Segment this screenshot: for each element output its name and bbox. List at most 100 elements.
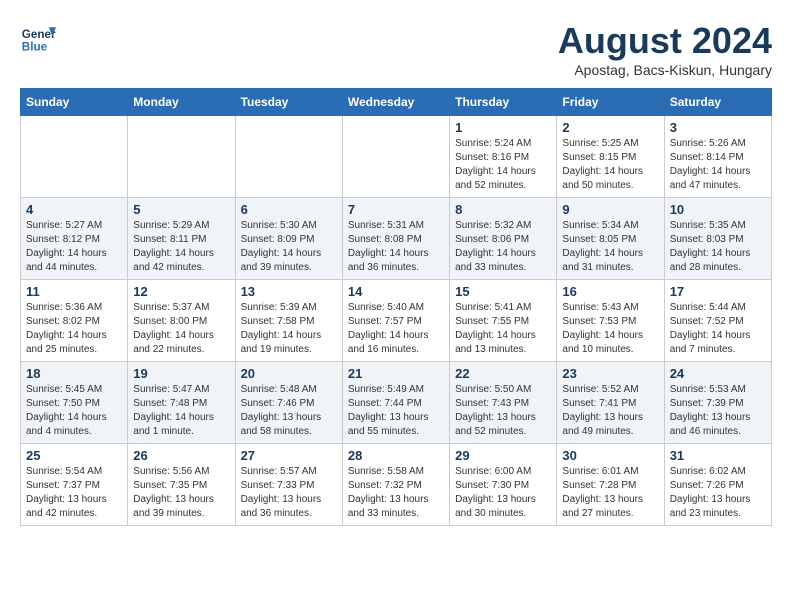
day-cell-15: 15 Sunrise: 5:41 AM Sunset: 7:55 PM Dayli… (450, 280, 557, 362)
week-row-1: 1 Sunrise: 5:24 AM Sunset: 8:16 PM Daylig… (21, 116, 772, 198)
day-number: 2 (562, 120, 658, 135)
day-cell-28: 28 Sunrise: 5:58 AM Sunset: 7:32 PM Dayli… (342, 444, 449, 526)
day-info: Sunrise: 5:39 AM Sunset: 7:58 PM Dayligh… (241, 301, 337, 357)
day-cell-20: 20Sunrise: 5:48 AM Sunset: 7:46 PM Dayli… (235, 362, 342, 444)
day-cell-19: 19Sunrise: 5:47 AM Sunset: 7:48 PM Dayli… (128, 362, 235, 444)
day-cell-5: 5Sunrise: 5:29 AM Sunset: 8:11 PM Daylig… (128, 198, 235, 280)
day-info: Sunrise: 5:30 AM Sunset: 8:09 PM Dayligh… (241, 219, 337, 275)
day-number: 13 (241, 284, 337, 299)
day-cell-3: 3Sunrise: 5:26 AM Sunset: 8:14 PM Daylig… (664, 116, 771, 198)
day-number: 27 (241, 448, 337, 463)
day-info: Sunrise: 5:36 AM Sunset: 8:02 PM Dayligh… (26, 301, 122, 357)
page-header: General Blue August 2024 Apostag, Bacs-K… (20, 20, 772, 78)
week-row-5: 25 Sunrise: 5:54 AM Sunset: 7:37 PM Dayli… (21, 444, 772, 526)
day-info: Sunrise: 5:25 AM Sunset: 8:15 PM Dayligh… (562, 137, 658, 193)
day-cell-18: 18 Sunrise: 5:45 AM Sunset: 7:50 PM Dayli… (21, 362, 128, 444)
day-info: Sunrise: 5:41 AM Sunset: 7:55 PM Dayligh… (455, 301, 551, 357)
day-info: Sunrise: 5:48 AM Sunset: 7:46 PM Dayligh… (241, 383, 337, 439)
empty-cell (235, 116, 342, 198)
header-monday: Monday (128, 89, 235, 116)
day-info: Sunrise: 5:37 AM Sunset: 8:00 PM Dayligh… (133, 301, 229, 357)
day-number: 25 (26, 448, 122, 463)
day-info: Sunrise: 5:50 AM Sunset: 7:43 PM Dayligh… (455, 383, 551, 439)
day-number: 19 (133, 366, 229, 381)
day-cell-26: 26Sunrise: 5:56 AM Sunset: 7:35 PM Dayli… (128, 444, 235, 526)
empty-cell (21, 116, 128, 198)
header-wednesday: Wednesday (342, 89, 449, 116)
day-number: 7 (348, 202, 444, 217)
day-info: Sunrise: 5:40 AM Sunset: 7:57 PM Dayligh… (348, 301, 444, 357)
day-cell-12: 12Sunrise: 5:37 AM Sunset: 8:00 PM Dayli… (128, 280, 235, 362)
day-number: 4 (26, 202, 122, 217)
day-cell-21: 21 Sunrise: 5:49 AM Sunset: 7:44 PM Dayli… (342, 362, 449, 444)
empty-cell (128, 116, 235, 198)
day-number: 3 (670, 120, 766, 135)
day-info: Sunrise: 6:02 AM Sunset: 7:26 PM Dayligh… (670, 465, 766, 521)
day-number: 1 (455, 120, 551, 135)
day-cell-16: 16 Sunrise: 5:43 AM Sunset: 7:53 PM Dayli… (557, 280, 664, 362)
day-info: Sunrise: 5:43 AM Sunset: 7:53 PM Dayligh… (562, 301, 658, 357)
day-number: 10 (670, 202, 766, 217)
day-cell-27: 27Sunrise: 5:57 AM Sunset: 7:33 PM Dayli… (235, 444, 342, 526)
day-cell-10: 10 Sunrise: 5:35 AM Sunset: 8:03 PM Dayli… (664, 198, 771, 280)
header-sunday: Sunday (21, 89, 128, 116)
day-cell-1: 1 Sunrise: 5:24 AM Sunset: 8:16 PM Daylig… (450, 116, 557, 198)
day-info: Sunrise: 5:54 AM Sunset: 7:37 PM Dayligh… (26, 465, 122, 521)
day-number: 28 (348, 448, 444, 463)
week-row-2: 4 Sunrise: 5:27 AM Sunset: 8:12 PM Daylig… (21, 198, 772, 280)
day-cell-2: 2 Sunrise: 5:25 AM Sunset: 8:15 PM Daylig… (557, 116, 664, 198)
day-number: 21 (348, 366, 444, 381)
day-number: 6 (241, 202, 337, 217)
month-year-title: August 2024 (558, 20, 772, 62)
day-cell-29: 29 Sunrise: 6:00 AM Sunset: 7:30 PM Dayli… (450, 444, 557, 526)
day-info: Sunrise: 5:58 AM Sunset: 7:32 PM Dayligh… (348, 465, 444, 521)
day-info: Sunrise: 5:24 AM Sunset: 8:16 PM Dayligh… (455, 137, 551, 193)
day-number: 16 (562, 284, 658, 299)
day-number: 29 (455, 448, 551, 463)
day-info: Sunrise: 5:35 AM Sunset: 8:03 PM Dayligh… (670, 219, 766, 275)
day-info: Sunrise: 5:45 AM Sunset: 7:50 PM Dayligh… (26, 383, 122, 439)
calendar-table: SundayMondayTuesdayWednesdayThursdayFrid… (20, 88, 772, 526)
day-info: Sunrise: 5:49 AM Sunset: 7:44 PM Dayligh… (348, 383, 444, 439)
day-info: Sunrise: 5:44 AM Sunset: 7:52 PM Dayligh… (670, 301, 766, 357)
week-row-3: 11 Sunrise: 5:36 AM Sunset: 8:02 PM Dayli… (21, 280, 772, 362)
day-cell-17: 17 Sunrise: 5:44 AM Sunset: 7:52 PM Dayli… (664, 280, 771, 362)
day-info: Sunrise: 6:01 AM Sunset: 7:28 PM Dayligh… (562, 465, 658, 521)
day-number: 14 (348, 284, 444, 299)
day-number: 22 (455, 366, 551, 381)
day-cell-4: 4 Sunrise: 5:27 AM Sunset: 8:12 PM Daylig… (21, 198, 128, 280)
day-info: Sunrise: 6:00 AM Sunset: 7:30 PM Dayligh… (455, 465, 551, 521)
header-friday: Friday (557, 89, 664, 116)
day-cell-7: 7Sunrise: 5:31 AM Sunset: 8:08 PM Daylig… (342, 198, 449, 280)
day-number: 30 (562, 448, 658, 463)
day-number: 9 (562, 202, 658, 217)
header-tuesday: Tuesday (235, 89, 342, 116)
day-info: Sunrise: 5:53 AM Sunset: 7:39 PM Dayligh… (670, 383, 766, 439)
day-cell-8: 8Sunrise: 5:32 AM Sunset: 8:06 PM Daylig… (450, 198, 557, 280)
day-cell-14: 14 Sunrise: 5:40 AM Sunset: 7:57 PM Dayli… (342, 280, 449, 362)
day-info: Sunrise: 5:29 AM Sunset: 8:11 PM Dayligh… (133, 219, 229, 275)
day-cell-24: 24 Sunrise: 5:53 AM Sunset: 7:39 PM Dayli… (664, 362, 771, 444)
day-cell-25: 25 Sunrise: 5:54 AM Sunset: 7:37 PM Dayli… (21, 444, 128, 526)
day-cell-11: 11 Sunrise: 5:36 AM Sunset: 8:02 PM Dayli… (21, 280, 128, 362)
day-info: Sunrise: 5:52 AM Sunset: 7:41 PM Dayligh… (562, 383, 658, 439)
header-thursday: Thursday (450, 89, 557, 116)
day-number: 11 (26, 284, 122, 299)
day-cell-22: 22 Sunrise: 5:50 AM Sunset: 7:43 PM Dayli… (450, 362, 557, 444)
day-number: 17 (670, 284, 766, 299)
location-subtitle: Apostag, Bacs-Kiskun, Hungary (558, 62, 772, 78)
day-number: 15 (455, 284, 551, 299)
svg-text:Blue: Blue (22, 41, 48, 54)
logo: General Blue (20, 20, 56, 56)
header-saturday: Saturday (664, 89, 771, 116)
empty-cell (342, 116, 449, 198)
day-cell-13: 13 Sunrise: 5:39 AM Sunset: 7:58 PM Dayli… (235, 280, 342, 362)
day-number: 26 (133, 448, 229, 463)
day-number: 24 (670, 366, 766, 381)
day-cell-9: 9Sunrise: 5:34 AM Sunset: 8:05 PM Daylig… (557, 198, 664, 280)
calendar-header-row: SundayMondayTuesdayWednesdayThursdayFrid… (21, 89, 772, 116)
day-cell-23: 23Sunrise: 5:52 AM Sunset: 7:41 PM Dayli… (557, 362, 664, 444)
day-info: Sunrise: 5:27 AM Sunset: 8:12 PM Dayligh… (26, 219, 122, 275)
day-number: 18 (26, 366, 122, 381)
day-info: Sunrise: 5:32 AM Sunset: 8:06 PM Dayligh… (455, 219, 551, 275)
